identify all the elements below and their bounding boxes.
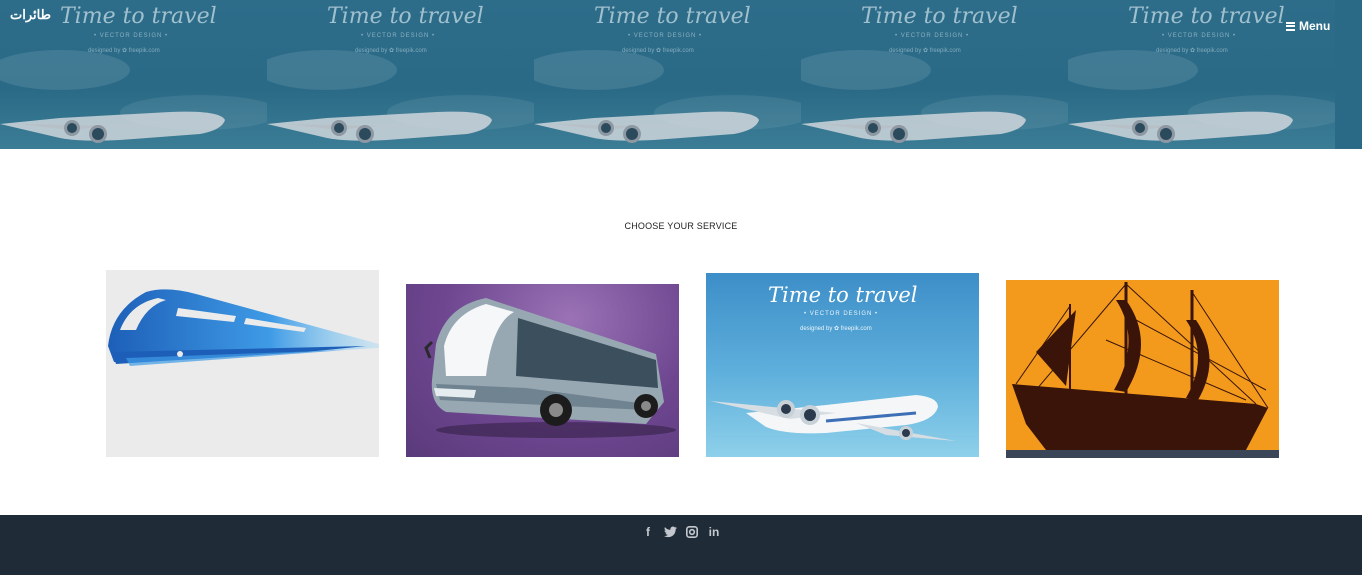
instagram-icon[interactable] [685,525,699,539]
airplane-icon [0,111,225,143]
bus-icon [424,298,676,438]
section-title: CHOOSE YOUR SERVICE [624,221,738,231]
banner-credit: designed by ✿ freepik.com [1156,48,1228,54]
header-banner: Time to travel • VECTOR DESIGN • designe… [0,0,1362,149]
banner-credit: designed by ✿ freepik.com [355,48,427,54]
airplane-icon [710,395,956,441]
banner-subtitle: • VECTOR DESIGN • [628,33,703,39]
service-card-train[interactable] [106,270,379,457]
banner-tiles: Time to travel • VECTOR DESIGN • designe… [0,0,1362,149]
airplane-icon [267,111,492,143]
banner-title: Time to travel [594,4,751,29]
banner-title: Time to travel [60,4,217,29]
banner-subtitle: • VECTOR DESIGN • [895,33,970,39]
banner-tile: Time to travel • VECTOR DESIGN • designe… [534,0,801,149]
banner-credit: designed by ✿ freepik.com [889,48,961,54]
banner-title: Time to travel [861,4,1018,29]
service-card-plane[interactable]: Time to travel • VECTOR DESIGN • designe… [706,273,979,457]
banner-subtitle: • VECTOR DESIGN • [1162,33,1237,39]
banner-title: Time to travel [327,4,484,29]
airplane-icon [1068,111,1293,143]
airplane-icon [801,111,1026,143]
banner-credit: designed by ✿ freepik.com [622,48,694,54]
facebook-icon[interactable]: f [641,525,655,539]
menu-button[interactable]: Menu [1286,19,1330,33]
airplane-icon [534,111,759,143]
menu-label: Menu [1299,19,1331,33]
linkedin-icon[interactable]: in [707,525,721,539]
ship-icon [1006,282,1279,458]
banner-subtitle: • VECTOR DESIGN • [94,33,169,39]
banner-tile: Time to travel • VECTOR DESIGN • designe… [801,0,1068,149]
hamburger-icon [1286,20,1295,32]
banner-subtitle: • VECTOR DESIGN • [361,33,436,39]
banner-tile: Time to travel • VECTOR DESIGN • designe… [267,0,534,149]
social-links: f in [0,525,1362,539]
brand-logo[interactable]: طائرات [10,7,51,23]
banner-credit: designed by ✿ freepik.com [88,48,160,54]
banner-title: Time to travel [1128,4,1285,29]
service-card-ship[interactable] [1006,280,1279,458]
service-card-bus[interactable] [406,284,679,457]
footer: f in [0,515,1362,575]
twitter-icon[interactable] [663,525,677,539]
train-icon [108,289,379,366]
